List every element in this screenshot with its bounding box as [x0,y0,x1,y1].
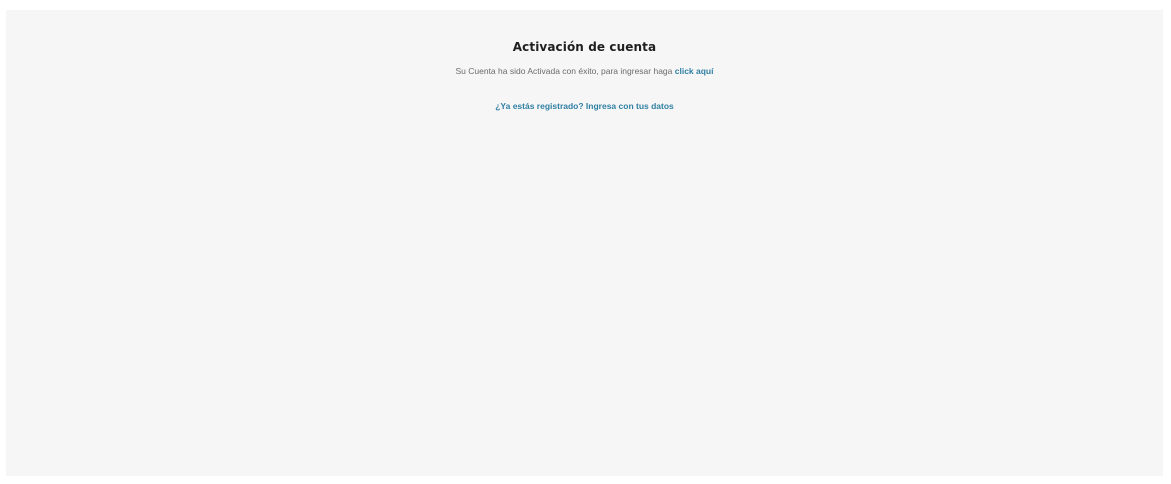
login-link-row: ¿Ya estás registrado? Ingresa con tus da… [6,101,1163,111]
activation-message: Su Cuenta ha sido Activada con éxito, pa… [6,66,1163,76]
activation-message-text: Su Cuenta ha sido Activada con éxito, pa… [455,66,675,76]
login-link[interactable]: ¿Ya estás registrado? Ingresa con tus da… [495,101,674,111]
click-here-link[interactable]: click aquí [675,66,714,76]
activation-panel: Activación de cuenta Su Cuenta ha sido A… [6,10,1163,476]
page-title: Activación de cuenta [512,40,657,54]
